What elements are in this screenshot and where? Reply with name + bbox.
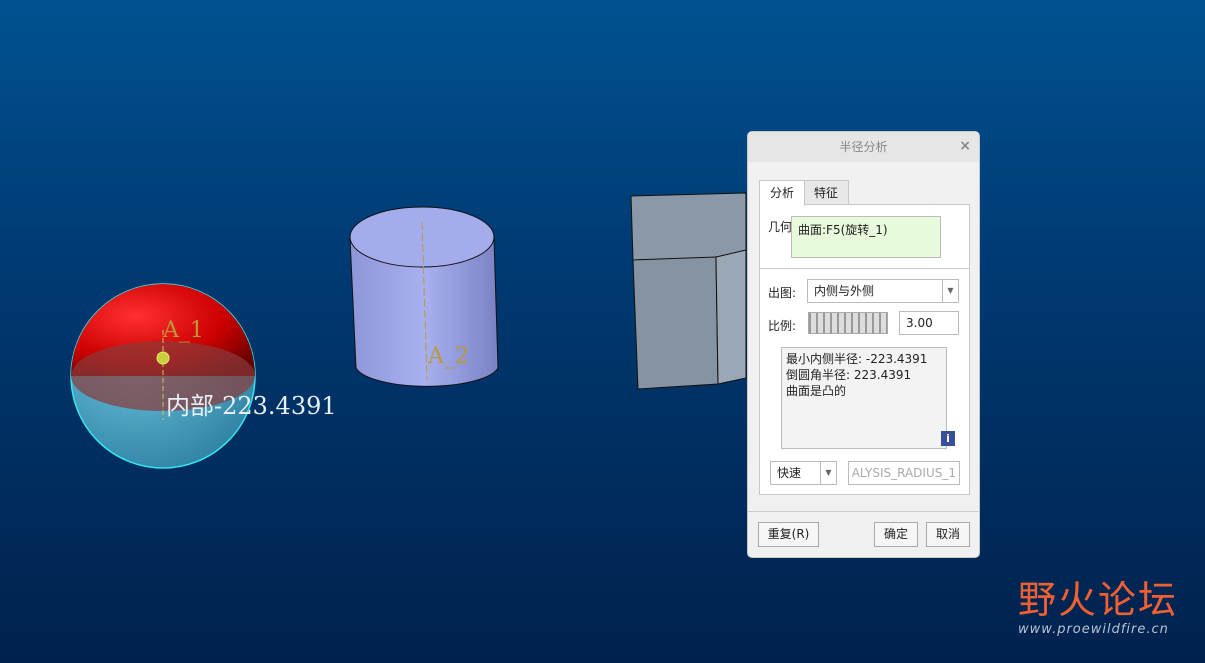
scale-slider[interactable] <box>808 312 888 334</box>
radius-measure-label: 内部-223.4391 <box>166 392 337 420</box>
divider <box>748 511 979 512</box>
geometry-field[interactable]: 曲面:F5(旋转_1) <box>791 216 941 258</box>
cylinder-model[interactable] <box>349 206 499 387</box>
results-output: 最小内侧半径: -223.4391 倒圆角半径: 223.4391 曲面是凸的 <box>781 347 947 449</box>
scale-input[interactable]: 3.00 <box>899 311 959 335</box>
chevron-down-icon[interactable]: ▼ <box>820 462 836 484</box>
dialog-title: 半径分析 <box>748 132 979 162</box>
mode-select[interactable]: 快速 ▼ <box>770 461 837 485</box>
result-line: 最小内侧半径: -223.4391 <box>786 352 928 366</box>
watermark-url: www.proewildfire.cn <box>1018 622 1169 637</box>
radius-analysis-dialog: 半径分析 × 分析 特征 几何: 曲面:F5(旋转_1) 出图: 内侧与外侧 ▼ … <box>747 131 980 558</box>
sphere-model[interactable] <box>70 283 256 469</box>
block-model[interactable] <box>630 192 747 390</box>
feature-name-input[interactable]: ALYSIS_RADIUS_1 <box>848 461 960 485</box>
tab-analysis[interactable]: 分析 <box>759 180 806 206</box>
scale-label: 比例: <box>768 319 797 333</box>
analysis-panel: 几何: 曲面:F5(旋转_1) 出图: 内侧与外侧 ▼ 比例: 3.00 最小内侧… <box>759 204 970 495</box>
watermark-logo: 野火论坛 www.proewildfire.cn <box>1018 578 1178 637</box>
ok-button[interactable]: 确定 <box>874 522 918 547</box>
info-icon[interactable]: i <box>941 431 955 446</box>
repeat-button[interactable]: 重复(R) <box>758 522 819 547</box>
chevron-down-icon[interactable]: ▼ <box>942 280 958 302</box>
plot-label: 出图: <box>768 286 797 300</box>
plot-select[interactable]: 内侧与外侧 ▼ <box>807 279 959 303</box>
result-line: 曲面是凸的 <box>786 384 847 398</box>
plot-value: 内侧与外侧 <box>814 284 875 298</box>
divider <box>760 268 969 269</box>
result-line: 倒圆角半径: 223.4391 <box>786 368 912 382</box>
watermark-title: 野火论坛 <box>1018 578 1179 622</box>
cancel-button[interactable]: 取消 <box>926 522 970 547</box>
axis-label-a2: A_2 <box>428 344 469 369</box>
axis-label-a1: A_1 <box>163 318 204 343</box>
close-icon[interactable]: × <box>959 138 971 154</box>
mode-value: 快速 <box>777 466 802 480</box>
tab-feature[interactable]: 特征 <box>803 180 850 205</box>
